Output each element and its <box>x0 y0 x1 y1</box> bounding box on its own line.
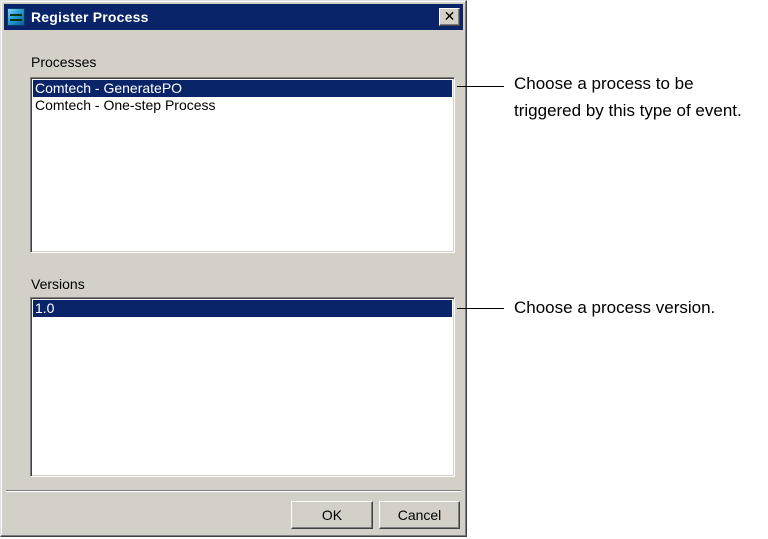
process-item-one-step[interactable]: Comtech - One-step Process <box>33 97 452 114</box>
process-item-generatepo[interactable]: Comtech - GeneratePO <box>33 80 452 97</box>
version-callout-line <box>457 308 504 309</box>
processes-label: Processes <box>31 54 97 70</box>
application-icon <box>7 8 25 26</box>
process-callout-line1: Choose a process to be <box>514 74 694 93</box>
version-callout: Choose a process version. <box>514 298 716 317</box>
dialog-title: Register Process <box>31 9 149 25</box>
versions-label: Versions <box>31 276 85 292</box>
close-button[interactable]: ✕ <box>439 8 460 26</box>
processes-listbox[interactable]: Comtech - GeneratePO Comtech - One-step … <box>30 77 455 253</box>
ok-button[interactable]: OK <box>291 501 373 529</box>
process-callout-line <box>457 86 504 87</box>
process-callout-line2: triggered by this type of event. <box>514 101 742 120</box>
register-process-dialog: Register Process ✕ Processes Comtech - G… <box>0 0 467 537</box>
versions-listbox[interactable]: 1.0 <box>30 297 455 477</box>
version-item-1-0[interactable]: 1.0 <box>33 300 452 317</box>
title-bar[interactable]: Register Process ✕ <box>4 4 463 30</box>
cancel-button[interactable]: Cancel <box>379 501 460 529</box>
button-separator <box>6 490 461 492</box>
